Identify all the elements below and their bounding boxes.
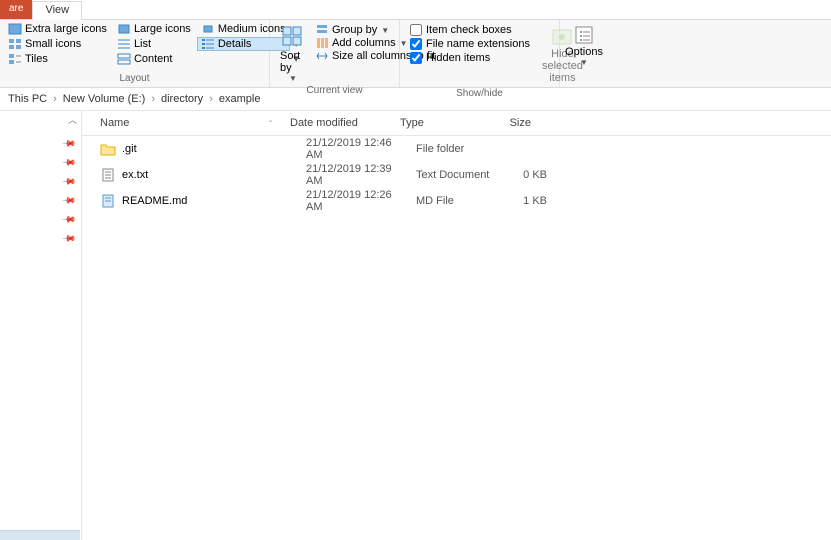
pin-icon[interactable]: 📌: [61, 155, 82, 176]
layout-label: Details: [218, 38, 252, 50]
pin-icon[interactable]: 📌: [61, 193, 82, 214]
large-icons-icon: [117, 23, 131, 35]
content-icon: [117, 53, 131, 65]
file-name: README.md: [122, 195, 298, 207]
file-icon: [100, 194, 116, 208]
file-type: Text Document: [408, 169, 503, 181]
file-name: .git: [122, 143, 298, 155]
ribbon-group-layout: Extra large icons Large icons Medium ico…: [0, 20, 270, 87]
folder-icon: [100, 142, 116, 156]
layout-label: Content: [134, 53, 173, 65]
ribbon: Extra large icons Large icons Medium ico…: [0, 20, 831, 88]
file-date: 21/12/2019 12:26 AM: [298, 189, 408, 213]
chevron-right-icon[interactable]: ›: [53, 93, 57, 105]
chevron-right-icon[interactable]: ›: [151, 93, 155, 105]
tab-share[interactable]: are: [0, 0, 32, 19]
layout-label: Extra large icons: [25, 23, 107, 35]
item-check-label: Item check boxes: [426, 24, 512, 36]
layout-small-icons[interactable]: Small icons: [4, 37, 111, 51]
layout-label: Small icons: [25, 38, 81, 50]
file-date: 21/12/2019 12:46 AM: [298, 137, 408, 161]
file-row[interactable]: ex.txt21/12/2019 12:39 AMText Document0 …: [82, 162, 831, 188]
layout-label: Tiles: [25, 53, 48, 65]
layout-large-icons[interactable]: Large icons: [113, 22, 195, 36]
file-list: Name ⌃ Date modified Type Size .git21/12…: [82, 111, 831, 540]
column-header-type[interactable]: Type: [392, 115, 487, 131]
chevron-right-icon[interactable]: ›: [209, 93, 213, 105]
checkbox-icon[interactable]: [410, 24, 422, 36]
file-name: ex.txt: [122, 169, 298, 181]
sort-indicator-icon: ⌃: [267, 119, 274, 128]
sort-by-button[interactable]: Sort by ▼: [274, 22, 312, 85]
status-bar: [0, 530, 80, 540]
column-header-size[interactable]: Size: [487, 115, 539, 131]
hide-selected-button: Hide selected items: [536, 24, 589, 86]
layout-label: Large icons: [134, 23, 191, 35]
breadcrumb-item[interactable]: example: [219, 93, 261, 105]
layout-list[interactable]: List: [113, 37, 195, 51]
pin-icon[interactable]: 📌: [61, 136, 82, 157]
ribbon-group-label: Layout: [4, 73, 265, 85]
item-check-boxes-toggle[interactable]: Item check boxes: [410, 24, 530, 36]
sort-icon: [280, 24, 306, 50]
hide-selected-icon: [549, 26, 575, 48]
column-label: Name: [100, 117, 129, 129]
file-name-extensions-toggle[interactable]: File name extensions: [410, 38, 530, 50]
layout-extra-large-icons[interactable]: Extra large icons: [4, 22, 111, 36]
file-type: File folder: [408, 143, 503, 155]
sort-label: Sort by: [280, 50, 306, 74]
ribbon-group-currentview: Sort by ▼ Group by ▼ Add columns ▼ Size …: [270, 20, 400, 87]
hide-selected-label: Hide selected items: [542, 48, 583, 84]
group-by-icon: [316, 24, 328, 36]
column-headers: Name ⌃ Date modified Type Size: [82, 111, 831, 136]
collapse-nav-icon[interactable]: ︿: [68, 113, 77, 126]
nav-sidebar: ︿ 📌 📌 📌 📌 📌 📌: [0, 111, 82, 540]
checkbox-icon[interactable]: [410, 38, 422, 50]
ribbon-group-label: Current view: [274, 85, 395, 97]
breadcrumb-item[interactable]: directory: [161, 93, 203, 105]
chevron-down-icon: ▼: [381, 26, 389, 35]
ribbon-group-showhide: Item check boxes File name extensions Hi…: [400, 20, 560, 87]
column-header-name[interactable]: Name ⌃: [82, 115, 282, 131]
file-icon: [100, 168, 116, 182]
ribbon-tabs: are View: [0, 0, 831, 20]
hidden-items-toggle[interactable]: Hidden items: [410, 52, 530, 64]
group-by-label: Group by: [332, 24, 377, 36]
file-row[interactable]: README.md21/12/2019 12:26 AMMD File1 KB: [82, 188, 831, 214]
tab-view[interactable]: View: [32, 1, 82, 20]
tiles-icon: [8, 53, 22, 65]
file-type: MD File: [408, 195, 503, 207]
layout-label: List: [134, 38, 151, 50]
ribbon-group-label: Show/hide: [404, 88, 555, 100]
pin-icon[interactable]: 📌: [61, 212, 82, 233]
list-icon: [117, 38, 131, 50]
pin-icon[interactable]: 📌: [61, 174, 82, 195]
checkbox-icon[interactable]: [410, 52, 422, 64]
add-columns-label: Add columns: [332, 37, 396, 49]
small-icons-icon: [8, 38, 22, 50]
file-row[interactable]: .git21/12/2019 12:46 AMFile folder: [82, 136, 831, 162]
extra-large-icons-icon: [8, 23, 22, 35]
details-icon: [201, 38, 215, 50]
file-size: 1 KB: [503, 195, 555, 207]
layout-tiles[interactable]: Tiles: [4, 52, 111, 66]
pin-icon[interactable]: 📌: [61, 231, 82, 252]
column-header-date[interactable]: Date modified: [282, 115, 392, 131]
size-columns-icon: [316, 50, 328, 62]
file-date: 21/12/2019 12:39 AM: [298, 163, 408, 187]
add-columns-icon: [316, 37, 328, 49]
breadcrumb-item[interactable]: This PC: [8, 93, 47, 105]
medium-icons-icon: [201, 23, 215, 35]
file-size: 0 KB: [503, 169, 555, 181]
layout-content[interactable]: Content: [113, 52, 195, 66]
main-area: ︿ 📌 📌 📌 📌 📌 📌 Name ⌃ Date modified Type …: [0, 111, 831, 540]
fne-label: File name extensions: [426, 38, 530, 50]
breadcrumb-item[interactable]: New Volume (E:): [63, 93, 146, 105]
chevron-down-icon: ▼: [289, 74, 297, 83]
hidden-label: Hidden items: [426, 52, 490, 64]
